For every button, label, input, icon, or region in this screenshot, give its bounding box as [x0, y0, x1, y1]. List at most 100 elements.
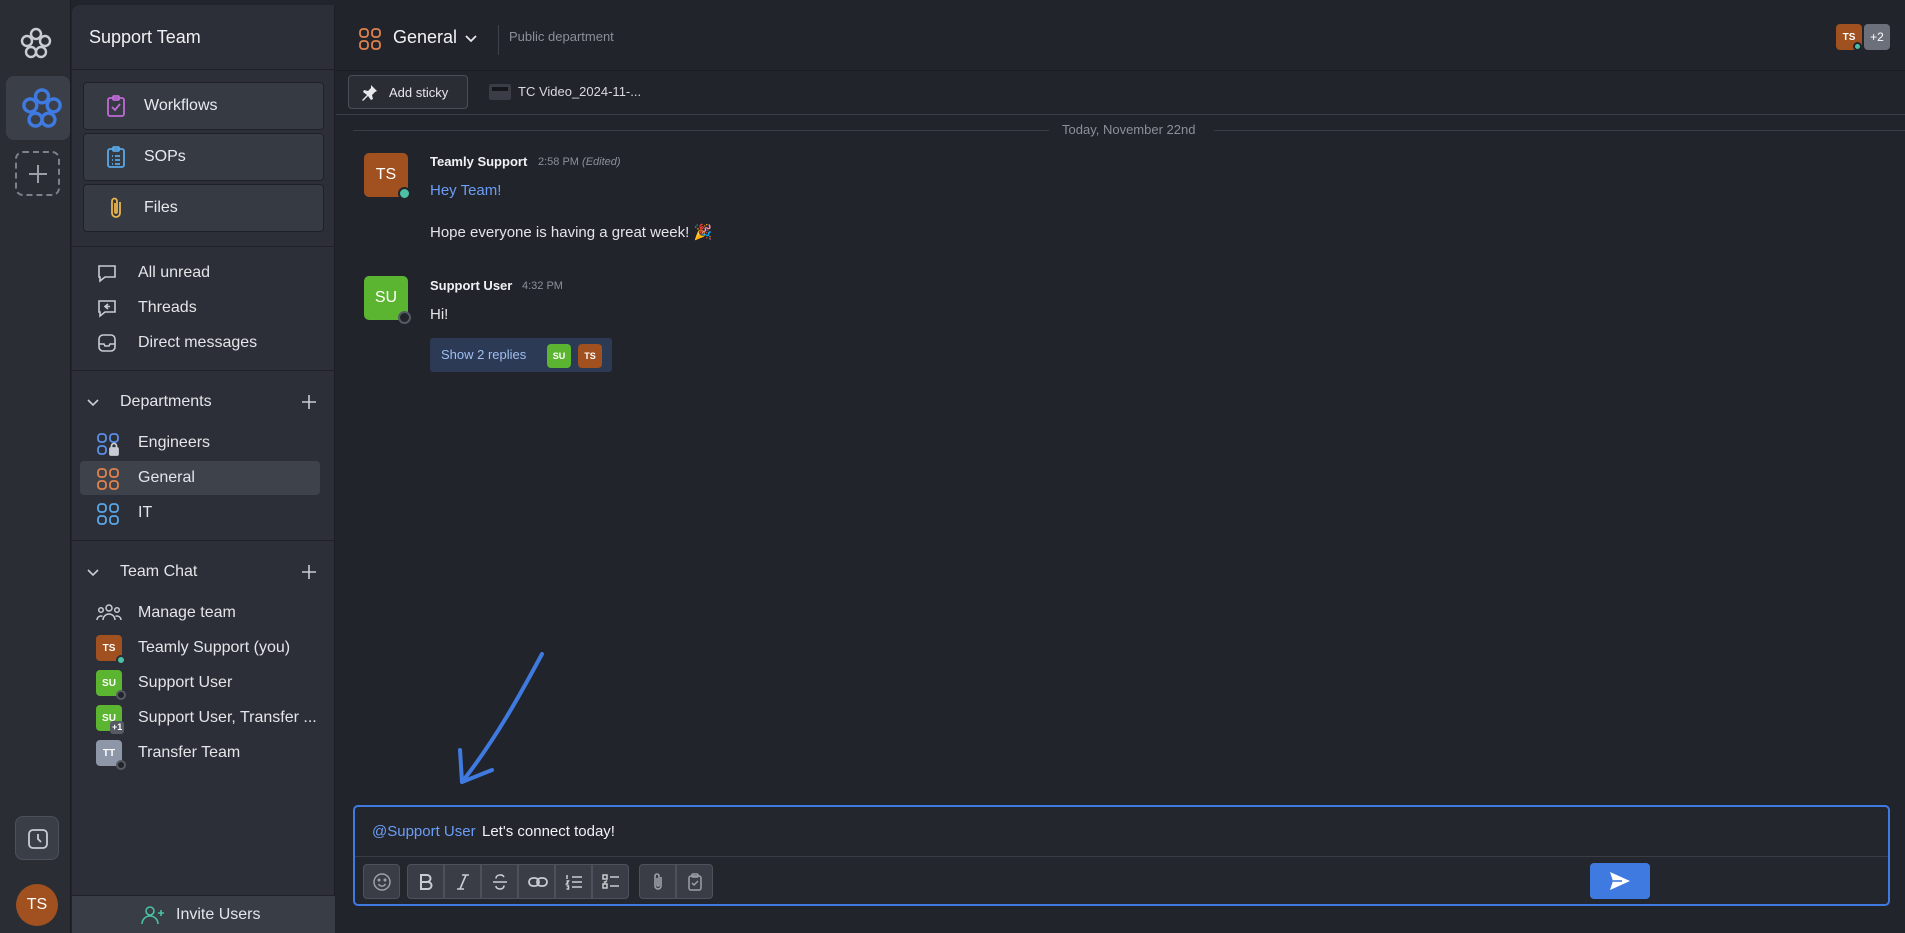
message-input-text: Let's connect today! — [482, 823, 615, 840]
chat-label: Transfer Team — [138, 744, 241, 761]
clipboard-check-icon — [688, 873, 702, 891]
checklist-button[interactable] — [592, 864, 629, 899]
channel-header: General Public department TS +2 — [336, 5, 1905, 71]
attach-file-button[interactable] — [639, 864, 676, 899]
plus-icon — [29, 165, 47, 183]
workflows-label: Workflows — [144, 97, 218, 114]
user-avatar[interactable]: TS — [16, 884, 58, 926]
message-time-value: 2:58 PM — [538, 156, 579, 168]
nav-label: Threads — [138, 299, 197, 316]
show-replies-button[interactable]: Show 2 replies SU TS — [430, 338, 612, 372]
add-workspace-button[interactable] — [15, 151, 60, 196]
clipboard-list-icon — [107, 146, 125, 168]
link-icon — [528, 877, 548, 887]
team-chat-manage-team[interactable]: Manage team — [80, 596, 320, 630]
team-chat-support-user[interactable]: SU Support User — [80, 666, 320, 700]
app-logo-icon[interactable] — [19, 26, 53, 60]
message-input[interactable]: @Support User Let's connect today! — [355, 807, 1888, 857]
video-tab[interactable]: TC Video_2024-11-... — [486, 75, 656, 109]
message-author[interactable]: Support User — [430, 278, 512, 293]
team-chat-transfer-team[interactable]: TT Transfer Team — [80, 736, 320, 770]
more-members-badge[interactable]: +2 — [1864, 24, 1890, 50]
inbox-icon — [98, 334, 116, 352]
department-item-general[interactable]: General — [80, 461, 320, 495]
nav-all-unread[interactable]: All unread — [80, 256, 320, 290]
nav-label: Direct messages — [138, 334, 258, 351]
chat-bubble-icon — [98, 265, 116, 283]
add-sticky-label: Add sticky — [389, 85, 449, 100]
offline-status-dot — [116, 760, 126, 770]
online-status-dot — [116, 655, 126, 665]
section-label: Team Chat — [120, 563, 198, 580]
channel-subtitle: Public department — [509, 29, 614, 44]
chevron-down-icon[interactable] — [464, 32, 478, 46]
offline-status-dot — [116, 690, 126, 700]
bold-button[interactable] — [407, 864, 444, 899]
message-author[interactable]: Teamly Support — [430, 154, 527, 169]
department-icon — [97, 503, 119, 525]
divider — [72, 540, 335, 541]
departments-section-header[interactable]: Departments — [72, 388, 335, 418]
sidebar: Support Team Workflows SOPs Files All un… — [72, 5, 335, 933]
invite-users-button[interactable]: Invite Users — [72, 895, 335, 933]
add-sticky-button[interactable]: Add sticky — [348, 75, 468, 109]
date-divider: Today, November 22nd — [1062, 122, 1196, 137]
strikethrough-button[interactable] — [481, 864, 518, 899]
channel-toolbar: Add sticky TC Video_2024-11-... — [336, 72, 1905, 115]
message-text: Hey Team! — [430, 182, 502, 199]
workspace-logo-icon — [22, 88, 62, 128]
channel-title[interactable]: General — [393, 27, 457, 48]
clock-icon — [28, 829, 48, 849]
bold-icon — [420, 874, 433, 890]
divider — [1214, 130, 1905, 131]
message-time: 4:32 PM — [522, 280, 563, 292]
workspace-rail: TS — [0, 0, 71, 933]
sops-button[interactable]: SOPs — [83, 133, 324, 181]
message-time: 2:58 PM (Edited) — [538, 156, 621, 168]
nav-direct-messages[interactable]: Direct messages — [80, 326, 320, 360]
department-icon — [97, 468, 119, 490]
link-button[interactable] — [518, 864, 555, 899]
department-icon — [359, 28, 381, 50]
offline-status-dot — [398, 311, 411, 324]
team-chat-section-header[interactable]: Team Chat — [72, 558, 335, 588]
team-icon — [96, 604, 122, 621]
video-thumbnail-icon — [489, 84, 511, 100]
files-button[interactable]: Files — [83, 184, 324, 232]
nav-label: All unread — [138, 264, 211, 281]
add-department-icon[interactable] — [301, 394, 317, 410]
team-chat-teamly-support[interactable]: TS Teamly Support (you) — [80, 631, 320, 665]
department-locked-icon — [97, 433, 119, 456]
add-user-icon — [141, 906, 164, 925]
add-chat-icon[interactable] — [301, 564, 317, 580]
workspace-button-support-team[interactable] — [6, 76, 70, 140]
send-icon — [1610, 872, 1630, 890]
history-button[interactable] — [15, 816, 59, 860]
video-tab-label: TC Video_2024-11-... — [518, 84, 642, 99]
chat-label: Support User, Transfer ... — [138, 709, 317, 726]
team-chat-group[interactable]: SU +1 Support User, Transfer ... — [80, 701, 320, 735]
mention-chip: @Support User — [372, 823, 476, 840]
divider — [353, 130, 1049, 131]
annotation-arrow — [458, 652, 544, 784]
message-composer[interactable]: @Support User Let's connect today! — [353, 805, 1890, 906]
department-item-engineers[interactable]: Engineers — [80, 426, 320, 460]
sops-label: SOPs — [144, 148, 186, 165]
italic-button[interactable] — [444, 864, 481, 899]
files-label: Files — [144, 199, 178, 216]
numbered-list-button[interactable] — [555, 864, 592, 899]
workflows-button[interactable]: Workflows — [83, 82, 324, 130]
message-text: Hi! — [430, 306, 449, 323]
invite-users-label: Invite Users — [176, 906, 261, 923]
workspace-title[interactable]: Support Team — [89, 27, 201, 48]
send-button[interactable] — [1590, 863, 1650, 899]
nav-threads[interactable]: Threads — [80, 291, 320, 325]
online-status-dot — [1853, 42, 1862, 51]
online-status-dot — [398, 187, 411, 200]
department-item-it[interactable]: IT — [80, 496, 320, 530]
emoji-button[interactable] — [363, 864, 400, 899]
chevron-down-icon — [87, 399, 99, 407]
attach-workflow-button[interactable] — [676, 864, 713, 899]
divider — [72, 246, 335, 247]
paperclip-icon — [111, 197, 121, 218]
